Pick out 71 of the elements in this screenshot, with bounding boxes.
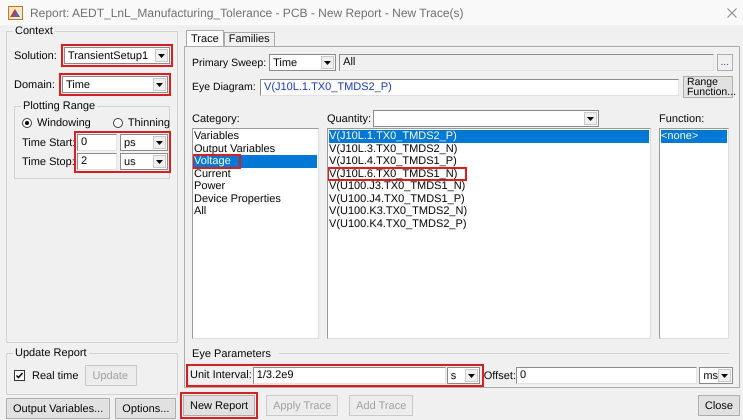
time-start-field[interactable]: 0 bbox=[77, 134, 117, 151]
list-item[interactable]: V(J10L.1.TX0_TMDS2_P) bbox=[329, 130, 649, 142]
field-label: Eye Diagram: bbox=[192, 81, 256, 93]
group-title: Update Report bbox=[13, 347, 89, 360]
close-button[interactable]: Close bbox=[698, 395, 740, 416]
dialog-button[interactable]: Output Variables... bbox=[6, 398, 110, 419]
checkbox[interactable] bbox=[14, 370, 25, 381]
field-label: Primary Sweep: bbox=[192, 56, 266, 68]
list-item[interactable]: Output Variables bbox=[194, 142, 317, 155]
domain-dropdown[interactable]: Time bbox=[62, 76, 168, 93]
checkbox-label[interactable]: Real time bbox=[32, 370, 78, 382]
solution-dropdown[interactable]: TransientSetup1 bbox=[64, 47, 170, 64]
list-item[interactable]: V(U100.K4.TX0_TMDS2_P) bbox=[329, 218, 649, 230]
time-stop-field[interactable]: 2 bbox=[77, 153, 117, 170]
more-button[interactable]: ... bbox=[716, 54, 733, 71]
caret-icon bbox=[158, 54, 165, 58]
caret-icon bbox=[156, 160, 163, 164]
field-label: Offset: bbox=[484, 370, 516, 382]
time-stop-unit-dropdown[interactable]: us bbox=[120, 153, 168, 170]
radio-circle[interactable] bbox=[22, 118, 32, 128]
list-item[interactable]: V(U100.K3.TX0_TMDS2_N) bbox=[329, 205, 649, 218]
offset-field[interactable]: 0 bbox=[516, 367, 698, 384]
dialog-button[interactable]: Options... bbox=[115, 398, 176, 419]
unit-interval-field[interactable]: 1/3.2e9 bbox=[252, 367, 446, 384]
caret-icon bbox=[156, 82, 163, 86]
field-label: Unit Interval: bbox=[190, 368, 252, 383]
field-label: Domain: bbox=[14, 78, 55, 90]
window-title: Report: AEDT_LnL_Manufacturing_Tolerance - PCB - New Report - New Trace(s) bbox=[30, 6, 465, 20]
list-item[interactable]: Power bbox=[194, 180, 317, 192]
caret-icon bbox=[156, 140, 163, 144]
list-item[interactable]: Voltage bbox=[194, 155, 317, 168]
unit-interval-unit-dropdown[interactable]: s bbox=[446, 367, 480, 384]
field-label: Time Stop: bbox=[22, 156, 72, 168]
field-label: Solution: bbox=[14, 50, 57, 62]
list-label: Quantity: bbox=[327, 112, 372, 124]
caret-icon bbox=[468, 374, 475, 378]
radio-circle[interactable] bbox=[112, 118, 123, 128]
sweep-range-field[interactable]: All bbox=[339, 54, 714, 71]
caret-icon bbox=[587, 116, 594, 120]
list-item[interactable]: V(U100.J3.TX0_TMDS1_N) bbox=[329, 180, 649, 192]
highlight-frame: Voltage bbox=[193, 154, 241, 168]
list-item[interactable]: V(J10L.4.TX0_TMDS1_P) bbox=[329, 155, 649, 168]
radio-button[interactable]: Thinning bbox=[112, 117, 170, 129]
section-title: Eye Parameters bbox=[192, 348, 271, 360]
list-item[interactable]: <none> bbox=[661, 130, 727, 142]
list-item[interactable]: V(J10L.6.TX0_TMDS1_N) bbox=[329, 168, 649, 180]
dialog-button[interactable]: New Report bbox=[183, 395, 256, 416]
time-start-unit-dropdown[interactable]: ps bbox=[120, 134, 168, 151]
group-title: Plotting Range bbox=[21, 100, 98, 113]
eye-diagram-field[interactable]: V(J10L.1.TX0_TMDS2_P) bbox=[260, 78, 679, 96]
app-icon bbox=[8, 6, 23, 20]
quantity-filter-dropdown[interactable] bbox=[373, 110, 600, 127]
list-label: Function: bbox=[659, 112, 704, 124]
list-item[interactable]: All bbox=[194, 205, 317, 218]
tab[interactable]: Trace bbox=[186, 30, 224, 46]
close-icon[interactable] bbox=[727, 8, 737, 18]
highlight-frame: V(J10L.6.TX0_TMDS1_N) bbox=[328, 166, 468, 181]
list-item[interactable]: V(U100.J4.TX0_TMDS1_P) bbox=[329, 192, 649, 205]
list-label: Category: bbox=[192, 112, 240, 124]
field-label: Time Start: bbox=[22, 136, 72, 148]
range-function-button[interactable]: Range Function... bbox=[683, 76, 733, 98]
primary-sweep-dropdown[interactable]: Time bbox=[269, 54, 336, 71]
radio-button[interactable]: Windowing bbox=[22, 117, 91, 129]
offset-unit-dropdown[interactable]: ms bbox=[699, 367, 733, 384]
caret-icon bbox=[324, 60, 332, 64]
tab[interactable]: Families bbox=[224, 32, 275, 46]
list-item[interactable]: Current bbox=[194, 168, 317, 180]
list-item[interactable]: Variables bbox=[194, 130, 317, 142]
caret-icon bbox=[721, 374, 728, 378]
list-item[interactable]: Device Properties bbox=[194, 192, 317, 205]
list-item[interactable]: V(J10L.3.TX0_TMDS2_N) bbox=[329, 142, 649, 155]
